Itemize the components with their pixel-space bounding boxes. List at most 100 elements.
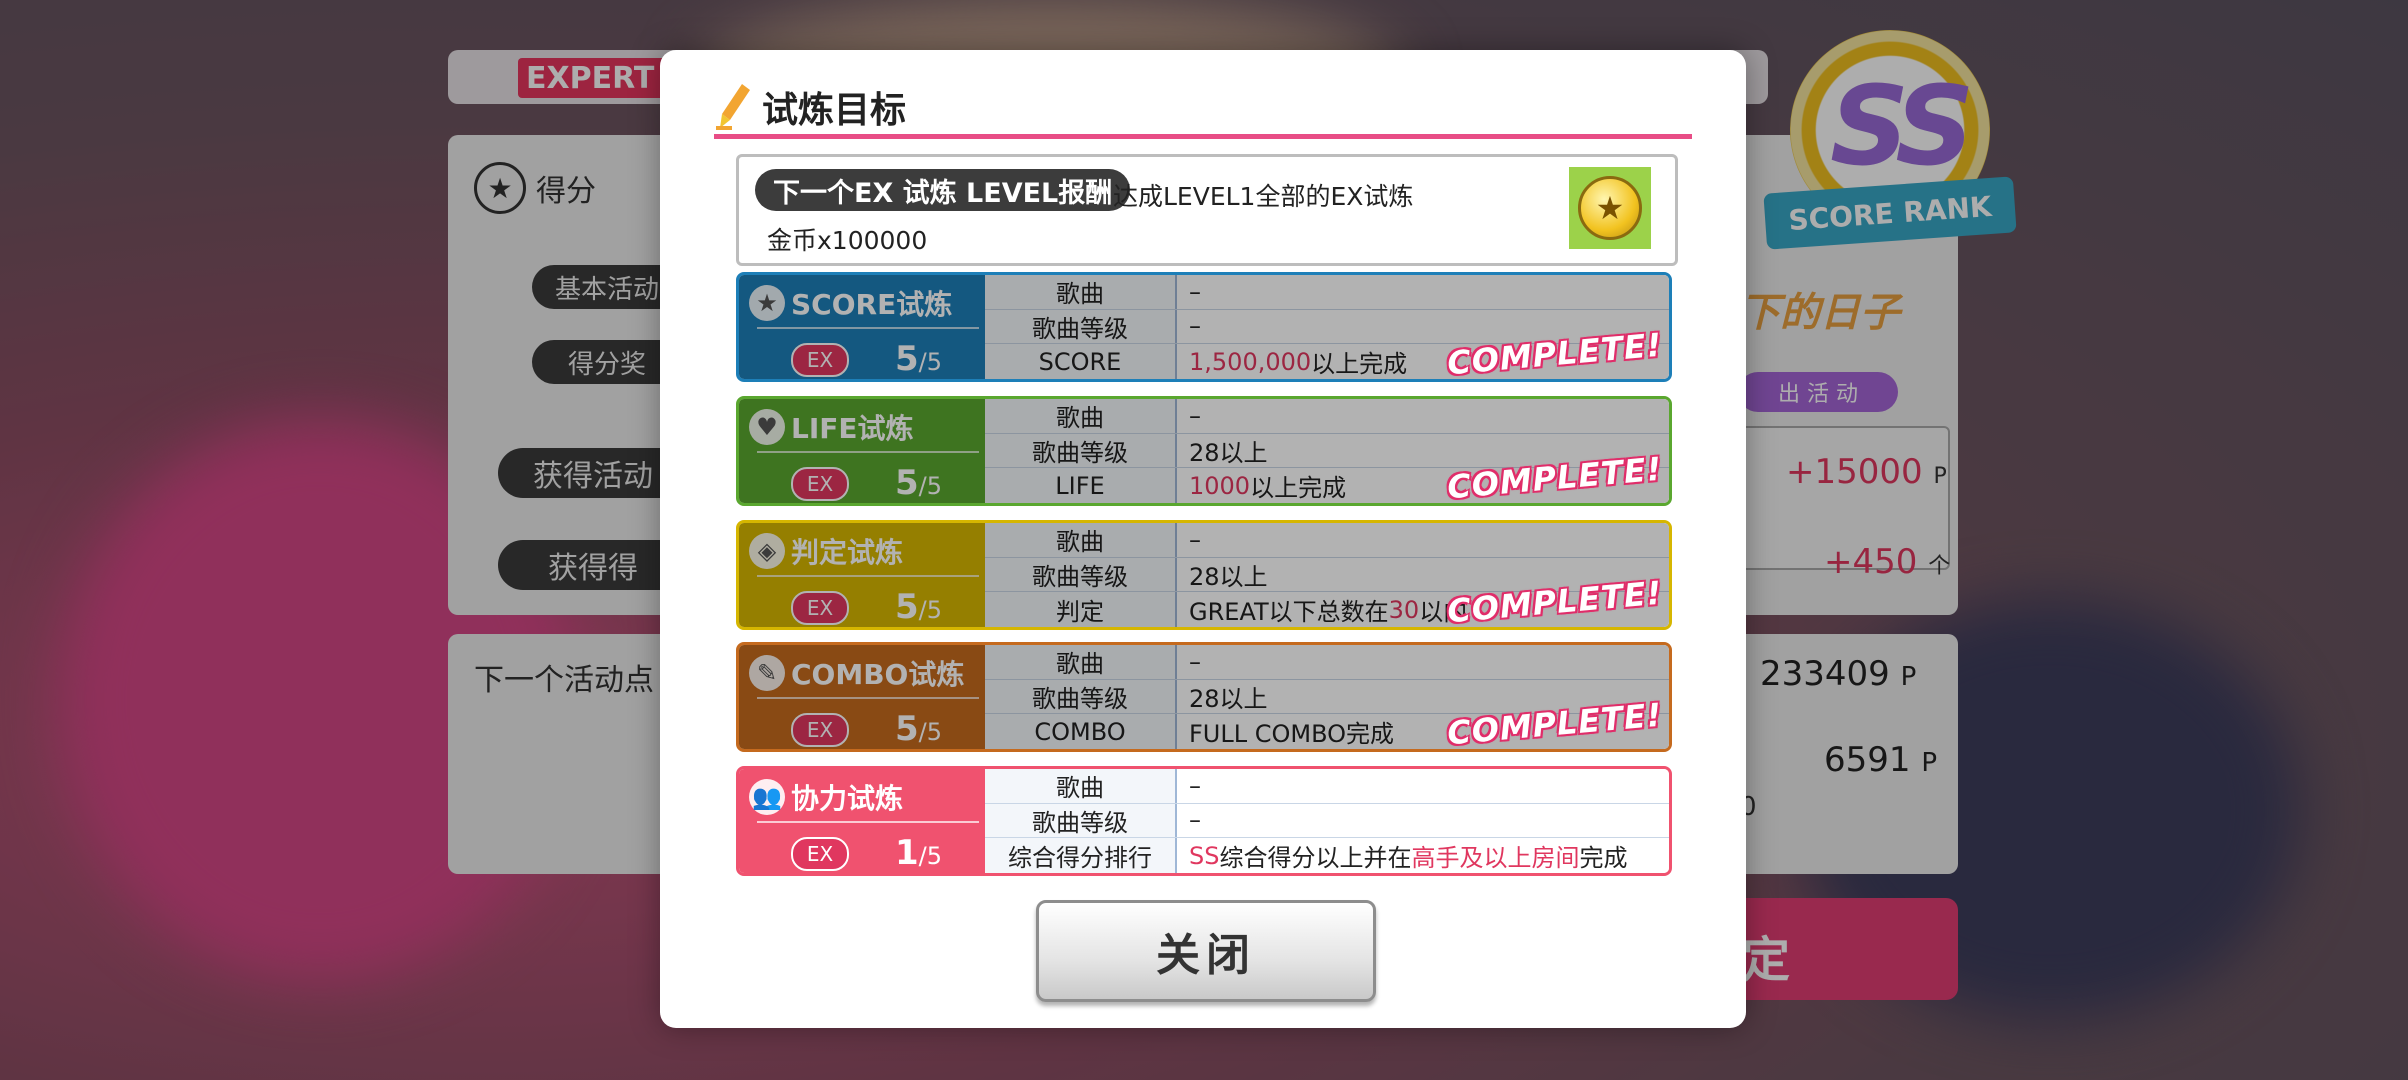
requirement-value: 28以上 <box>1177 680 1268 714</box>
requirement-label: 歌曲等级 <box>985 803 1177 838</box>
requirement-text: 28以上 <box>1189 562 1268 591</box>
requirement-value: – <box>1177 523 1201 557</box>
requirement-value: 28以上 <box>1177 558 1268 592</box>
divider <box>757 821 979 823</box>
trial-progress: 1/5 <box>895 833 943 873</box>
trial-header: ✎ COMBO试炼 EX 5/5 <box>739 645 985 749</box>
song-row: 歌曲 – <box>985 399 1669 434</box>
requirement-text: 高手及以上房间 <box>1411 844 1580 873</box>
condition-row: 综合得分排行 SS 综合得分以上并在 高手及以上房间 完成 <box>985 838 1669 873</box>
requirement-label: LIFE <box>985 468 1177 503</box>
requirement-label: 歌曲 <box>985 645 1177 679</box>
requirement-text: 以上完成 <box>1250 474 1347 503</box>
requirement-value: GREAT以下总数在 30 以内 <box>1177 592 1467 627</box>
requirement-text: – <box>1189 525 1201 554</box>
requirement-text: 1,500,000 <box>1189 347 1312 376</box>
requirement-text: FULL COMBO完成 <box>1189 720 1395 749</box>
reward-condition: 达成LEVEL1全部的EX试炼 <box>1113 182 1414 211</box>
requirement-label: 歌曲 <box>985 523 1177 557</box>
trial-card: 👥 协力试炼 EX 1/5 歌曲 – 歌曲等级 – 综合得分排行 SS 综合得分以上并在 高手及以上房… <box>736 766 1672 876</box>
heart-icon: ♥ <box>749 409 785 445</box>
trial-goals-modal: 试炼目标 下一个EX 试炼 LEVEL报酬 达成LEVEL1全部的EX试炼 金币… <box>660 50 1746 1028</box>
pen-icon <box>716 84 750 130</box>
trial-name: ◈ 判定试炼 <box>749 531 903 571</box>
song-row: 歌曲 – <box>985 769 1669 804</box>
requirement-text: 30 <box>1388 595 1420 624</box>
requirement-value: – <box>1177 645 1201 679</box>
divider <box>757 575 979 577</box>
people-icon: 👥 <box>749 779 785 815</box>
trial-name: ★ SCORE试炼 <box>749 283 952 323</box>
next-reward-box: 下一个EX 试炼 LEVEL报酬 达成LEVEL1全部的EX试炼 金币x1000… <box>736 154 1678 266</box>
trial-progress: 5/5 <box>895 709 943 749</box>
requirement-text: GREAT以下总数在 <box>1189 598 1389 627</box>
requirement-text: – <box>1189 277 1201 306</box>
trial-progress: 5/5 <box>895 339 943 379</box>
trial-name-label: COMBO试炼 <box>791 658 965 691</box>
requirement-label: 歌曲等级 <box>985 433 1177 468</box>
requirement-text: – <box>1189 647 1201 676</box>
requirement-label: COMBO <box>985 714 1177 749</box>
requirement-label: 歌曲 <box>985 275 1177 309</box>
requirement-value: 1000 以上完成 <box>1177 468 1346 503</box>
trial-progress: 5/5 <box>895 587 943 627</box>
requirement-text: 28以上 <box>1189 684 1268 713</box>
trial-requirements: 歌曲 – 歌曲等级 – 综合得分排行 SS 综合得分以上并在 高手及以上房间 完成 <box>985 769 1669 873</box>
ex-badge: EX <box>791 591 849 625</box>
requirement-text: – <box>1189 771 1201 800</box>
pen-icon: ✎ <box>749 655 785 691</box>
requirement-value: 1,500,000 以上完成 <box>1177 344 1407 379</box>
requirement-value: – <box>1177 310 1201 344</box>
requirement-text: – <box>1189 312 1201 341</box>
requirement-text: 综合得分以上并在 <box>1219 844 1412 873</box>
ex-badge: EX <box>791 713 849 747</box>
divider <box>757 327 979 329</box>
trial-name-label: LIFE试炼 <box>791 412 914 445</box>
requirement-label: SCORE <box>985 344 1177 379</box>
requirement-label: 判定 <box>985 592 1177 627</box>
requirement-text: SS <box>1189 841 1220 870</box>
ex-badge: EX <box>791 467 849 501</box>
requirement-value: FULL COMBO完成 <box>1177 714 1394 749</box>
trial-progress: 5/5 <box>895 463 943 503</box>
trial-name: ♥ LIFE试炼 <box>749 407 914 447</box>
reward-icon: ★ <box>1569 167 1651 249</box>
requirement-text: – <box>1189 806 1201 835</box>
trial-card: ★ SCORE试炼 EX 5/5 歌曲 – 歌曲等级 – SCORE 1,500,000 以上完成 C… <box>736 272 1672 382</box>
trial-header: 👥 协力试炼 EX 1/5 <box>739 769 985 873</box>
requirement-label: 歌曲等级 <box>985 557 1177 592</box>
trial-header: ◈ 判定试炼 EX 5/5 <box>739 523 985 627</box>
diamond-icon: ◈ <box>749 533 785 569</box>
level-row: 歌曲等级 – <box>985 803 1669 839</box>
requirement-value: 28以上 <box>1177 434 1268 468</box>
requirement-label: 歌曲等级 <box>985 309 1177 344</box>
trial-name-label: 协力试炼 <box>791 782 904 815</box>
trial-header: ★ SCORE试炼 EX 5/5 <box>739 275 985 379</box>
requirement-value: – <box>1177 275 1201 309</box>
reward-badge: 下一个EX 试炼 LEVEL报酬 <box>755 169 1131 211</box>
modal-title: 试炼目标 <box>762 90 907 131</box>
song-row: 歌曲 – <box>985 645 1669 680</box>
song-row: 歌曲 – <box>985 275 1669 310</box>
requirement-text: 1000 <box>1189 471 1251 500</box>
divider <box>757 697 979 699</box>
trial-header: ♥ LIFE试炼 EX 5/5 <box>739 399 985 503</box>
trial-name: 👥 协力试炼 <box>749 777 903 817</box>
ex-badge: EX <box>791 837 849 871</box>
reward-item: 金币x100000 <box>767 226 928 255</box>
trial-card: ◈ 判定试炼 EX 5/5 歌曲 – 歌曲等级 28以上 判定 GREAT以下总数在 30 以内 COM… <box>736 520 1672 630</box>
requirement-label: 歌曲 <box>985 769 1177 803</box>
coin-icon: ★ <box>1578 176 1642 240</box>
star-icon: ★ <box>749 285 785 321</box>
close-button[interactable]: 关闭 <box>1036 900 1376 1002</box>
requirement-value: SS 综合得分以上并在 高手及以上房间 完成 <box>1177 838 1627 873</box>
requirement-text: 28以上 <box>1189 438 1268 467</box>
requirement-text: – <box>1189 401 1201 430</box>
requirement-label: 歌曲等级 <box>985 679 1177 714</box>
trial-name: ✎ COMBO试炼 <box>749 653 964 693</box>
trial-card: ✎ COMBO试炼 EX 5/5 歌曲 – 歌曲等级 28以上 COMBO FULL COMBO完… <box>736 642 1672 752</box>
requirement-text: 完成 <box>1579 844 1628 873</box>
requirement-text: 以上完成 <box>1311 350 1408 379</box>
divider <box>757 451 979 453</box>
requirement-value: – <box>1177 399 1201 433</box>
